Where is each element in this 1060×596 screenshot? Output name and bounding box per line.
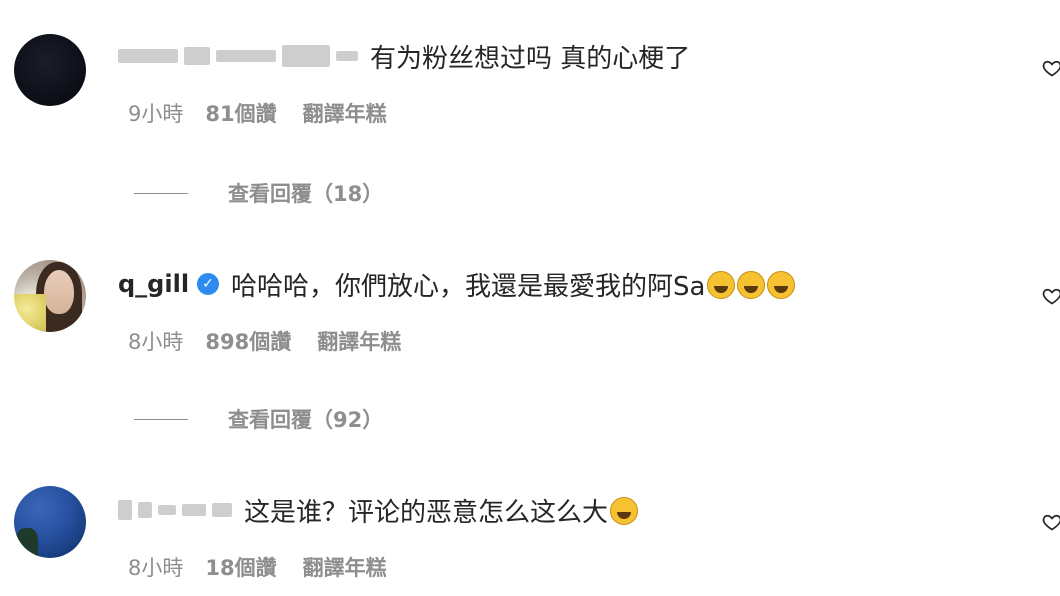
- like-count[interactable]: 18個讚: [205, 552, 276, 582]
- comment-text: 哈哈哈，你們放心，我還是最愛我的阿Sa: [231, 266, 796, 303]
- tears-of-joy-emoji: [707, 270, 736, 299]
- divider-line: [134, 192, 188, 194]
- view-replies-button[interactable]: 查看回覆（92）: [134, 404, 383, 434]
- tears-of-joy-emoji: [737, 270, 766, 299]
- view-replies-label[interactable]: 查看回覆（92）: [228, 404, 383, 434]
- heart-icon[interactable]: [1042, 58, 1060, 78]
- blurred-username[interactable]: [118, 36, 358, 76]
- heart-icon[interactable]: [1042, 512, 1060, 532]
- avatar[interactable]: [14, 486, 86, 558]
- verified-badge-icon: ✓: [197, 273, 220, 295]
- comment-meta: 8小時 898個讚 翻譯年糕: [128, 326, 401, 356]
- comment-header: 这是谁？评论的恶意怎么这么大: [118, 490, 639, 530]
- comment-time[interactable]: 8小時: [128, 552, 183, 582]
- tears-of-joy-emoji: [767, 270, 796, 299]
- avatar[interactable]: [14, 260, 86, 332]
- view-replies-label[interactable]: 查看回覆（18）: [228, 178, 383, 208]
- avatar[interactable]: [14, 34, 86, 106]
- comment-text: 有为粉丝想过吗 真的心梗了: [370, 43, 691, 74]
- like-count[interactable]: 898個讚: [205, 326, 291, 356]
- username-link[interactable]: q_gill: [118, 270, 189, 298]
- comment-header: 有为粉丝想过吗 真的心梗了: [118, 36, 690, 76]
- comment-text: 这是谁？评论的恶意怎么这么大: [244, 492, 639, 529]
- heart-icon[interactable]: [1042, 286, 1060, 306]
- thinking-face-emoji: [610, 496, 639, 525]
- comment-time[interactable]: 8小時: [128, 326, 183, 356]
- comment-meta: 9小時 81個讚 翻譯年糕: [128, 98, 387, 128]
- like-count[interactable]: 81個讚: [205, 98, 276, 128]
- comment-time[interactable]: 9小時: [128, 98, 183, 128]
- comment-header: q_gill ✓ 哈哈哈，你們放心，我還是最愛我的阿Sa: [118, 264, 796, 304]
- translate-link[interactable]: 翻譯年糕: [317, 326, 401, 356]
- view-replies-button[interactable]: 查看回覆（18）: [134, 178, 383, 208]
- blurred-username[interactable]: [118, 490, 232, 530]
- divider-line: [134, 418, 188, 420]
- translate-link[interactable]: 翻譯年糕: [303, 552, 387, 582]
- translate-link[interactable]: 翻譯年糕: [303, 98, 387, 128]
- comment-meta: 8小時 18個讚 翻譯年糕: [128, 552, 387, 582]
